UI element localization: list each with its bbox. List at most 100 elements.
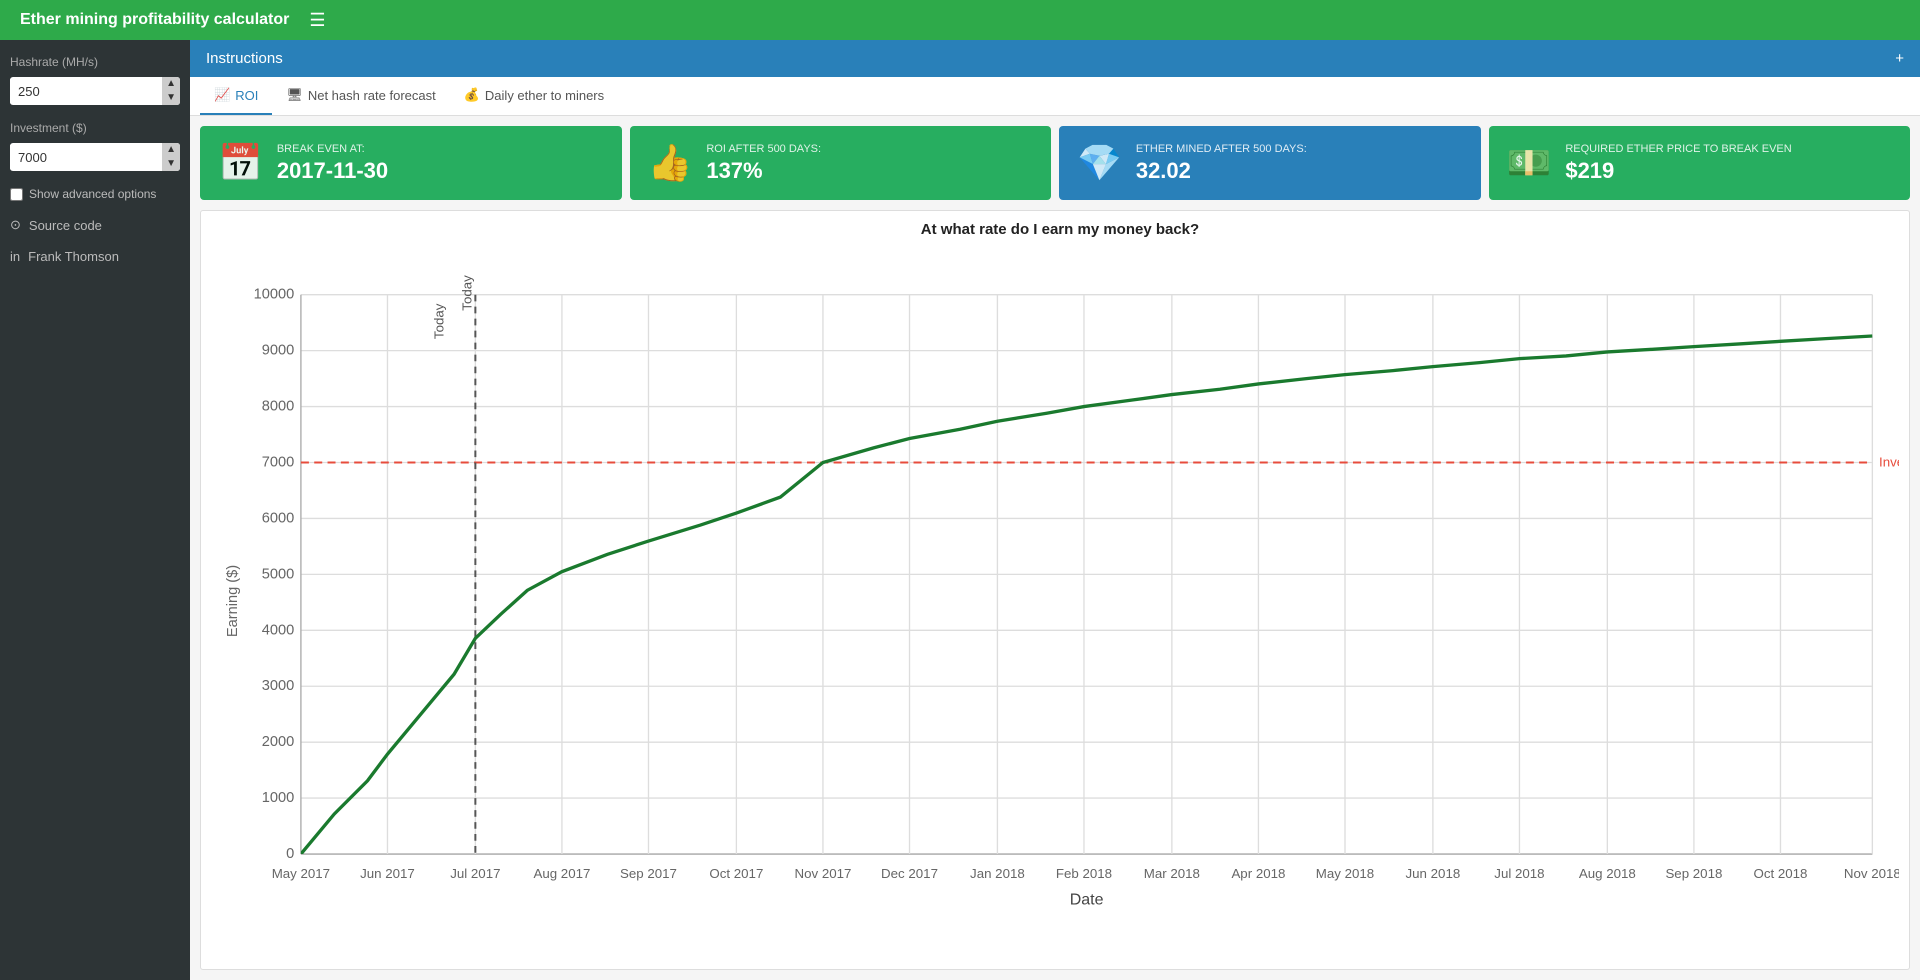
investment-section: Investment ($) ▲ ▼ [10,121,180,171]
advanced-options-checkbox[interactable] [10,188,23,201]
breakeven-value: 2017-11-30 [277,158,388,184]
advanced-options-toggle[interactable]: Show advanced options [10,187,180,201]
instructions-expand-icon[interactable]: + [1895,50,1904,67]
author-label: Frank Thomson [28,249,119,264]
thumbsup-icon: 👍 [648,142,693,184]
menu-icon[interactable]: ☰ [309,10,325,31]
tab-daily[interactable]: 💰 Daily ether to miners [450,77,618,115]
svg-text:Jul 2017: Jul 2017 [450,866,500,881]
svg-text:Sep 2017: Sep 2017 [620,866,677,881]
required-price-label: REQUIRED ETHER PRICE TO BREAK EVEN [1565,143,1791,155]
svg-text:6000: 6000 [262,510,295,526]
diamond-icon: 💎 [1077,142,1122,184]
instructions-bar: Instructions + [190,40,1920,77]
svg-text:9000: 9000 [262,343,295,359]
source-code-label: Source code [29,218,102,233]
chart-container: Earning ($) [221,243,1899,959]
svg-text:Aug 2017: Aug 2017 [533,866,590,881]
svg-text:Nov 2017: Nov 2017 [794,866,851,881]
calendar-icon: 📅 [218,142,263,184]
hashrate-label: Hashrate (MH/s) [10,55,180,69]
svg-text:Jul 2018: Jul 2018 [1494,866,1544,881]
app-title: Ether mining profitability calculator [20,11,289,29]
svg-text:4000: 4000 [262,622,295,638]
content-area: Instructions + 📈 ROI 🖥 Net hash rate for… [190,40,1920,980]
required-price-value: $219 [1565,158,1791,184]
roi-tab-label: ROI [235,88,258,103]
svg-text:5000: 5000 [262,566,295,582]
svg-text:Oct 2017: Oct 2017 [709,866,763,881]
svg-text:Feb 2018: Feb 2018 [1056,866,1112,881]
svg-text:10000: 10000 [254,287,295,303]
investment-down-button[interactable]: ▼ [162,157,180,171]
hashrate-section: Hashrate (MH/s) ▲ ▼ [10,55,180,105]
ether-mined-card: 💎 ETHER MINED AFTER 500 DAYS: 32.02 [1059,126,1481,200]
svg-text:Investment: Investment [1879,454,1899,469]
tabs-bar: 📈 ROI 🖥 Net hash rate forecast 💰 Daily e… [190,77,1920,116]
source-code-icon: ⊙ [10,217,21,233]
svg-text:Today: Today [431,303,446,339]
hashrate-input-wrap: ▲ ▼ [10,77,180,105]
svg-text:1000: 1000 [262,790,295,806]
svg-text:2000: 2000 [262,734,295,750]
svg-text:Today: Today [459,275,474,311]
breakeven-card: 📅 BREAK EVEN AT: 2017-11-30 [200,126,622,200]
svg-text:Sep 2018: Sep 2018 [1665,866,1722,881]
svg-text:0: 0 [286,846,294,862]
investment-up-button[interactable]: ▲ [162,143,180,157]
nethash-tab-icon: 🖥 [286,87,303,103]
svg-text:Oct 2018: Oct 2018 [1753,866,1807,881]
svg-text:7000: 7000 [262,454,295,470]
hashrate-down-button[interactable]: ▼ [162,91,180,105]
sidebar: Hashrate (MH/s) ▲ ▼ Investment ($) ▲ ▼ [0,40,190,980]
investment-label: Investment ($) [10,121,180,135]
daily-tab-icon: 💰 [464,87,480,103]
required-price-content: REQUIRED ETHER PRICE TO BREAK EVEN $219 [1565,143,1791,184]
svg-text:3000: 3000 [262,678,295,694]
svg-text:Jun 2018: Jun 2018 [1406,866,1461,881]
svg-text:May 2018: May 2018 [1316,866,1374,881]
investment-input-wrap: ▲ ▼ [10,143,180,171]
roi-tab-icon: 📈 [214,87,230,103]
hashrate-spinner: ▲ ▼ [162,77,180,105]
roi-content: ROI AFTER 500 DAYS: 137% [706,143,821,184]
daily-tab-label: Daily ether to miners [485,88,604,103]
investment-spinner: ▲ ▼ [162,143,180,171]
ether-mined-content: ETHER MINED AFTER 500 DAYS: 32.02 [1136,143,1307,184]
svg-text:Aug 2018: Aug 2018 [1579,866,1636,881]
svg-text:Jun 2017: Jun 2017 [360,866,415,881]
stat-cards: 📅 BREAK EVEN AT: 2017-11-30 👍 ROI AFTER … [190,116,1920,210]
required-price-card: 💵 REQUIRED ETHER PRICE TO BREAK EVEN $21… [1489,126,1911,200]
svg-text:Date: Date [1070,892,1104,909]
tab-nethash[interactable]: 🖥 Net hash rate forecast [272,77,449,115]
hashrate-input[interactable] [10,79,162,104]
source-code-link[interactable]: ⊙ Source code [10,217,180,233]
svg-text:Apr 2018: Apr 2018 [1231,866,1285,881]
advanced-options-label: Show advanced options [29,187,156,201]
chart-area: At what rate do I earn my money back? Ea… [200,210,1910,970]
nethash-tab-label: Net hash rate forecast [308,88,436,103]
svg-text:Nov 2018: Nov 2018 [1844,866,1899,881]
svg-text:Earning ($): Earning ($) [225,565,241,637]
svg-text:8000: 8000 [262,399,295,415]
svg-text:Dec 2017: Dec 2017 [881,866,938,881]
hashrate-up-button[interactable]: ▲ [162,77,180,91]
linkedin-icon: in [10,249,20,264]
roi-value: 137% [706,158,821,184]
ether-mined-label: ETHER MINED AFTER 500 DAYS: [1136,143,1307,155]
ether-mined-value: 32.02 [1136,158,1307,184]
roi-card: 👍 ROI AFTER 500 DAYS: 137% [630,126,1052,200]
money-icon: 💵 [1507,142,1552,184]
roi-label: ROI AFTER 500 DAYS: [706,143,821,155]
author-link[interactable]: in Frank Thomson [10,249,180,264]
breakeven-content: BREAK EVEN AT: 2017-11-30 [277,143,388,184]
breakeven-label: BREAK EVEN AT: [277,143,388,155]
chart-svg: Earning ($) [221,243,1899,959]
tab-roi[interactable]: 📈 ROI [200,77,272,115]
instructions-label: Instructions [206,50,283,67]
investment-input[interactable] [10,145,162,170]
svg-text:Mar 2018: Mar 2018 [1144,866,1200,881]
svg-text:May 2017: May 2017 [272,866,330,881]
chart-title: At what rate do I earn my money back? [921,221,1199,238]
svg-text:Jan 2018: Jan 2018 [970,866,1025,881]
